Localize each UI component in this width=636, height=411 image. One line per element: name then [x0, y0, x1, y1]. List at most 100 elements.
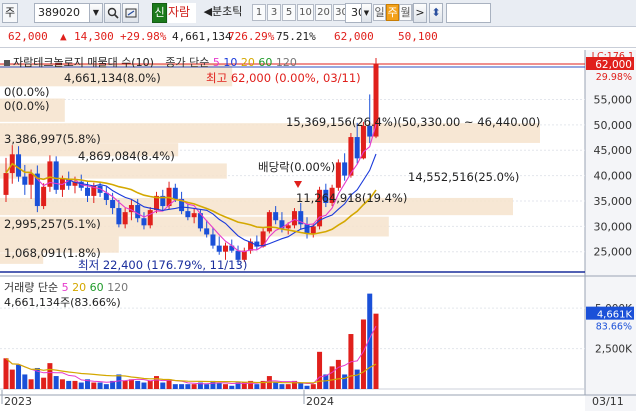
volume-bar	[53, 376, 59, 389]
volume-change: 726.29%	[228, 30, 275, 43]
vol-ma-5-label: 5	[61, 281, 69, 294]
volume-profile-label: 4,661,134(8.0%)	[64, 71, 161, 85]
volume-bar	[323, 374, 329, 389]
candle-body	[210, 234, 216, 246]
volume-bar	[160, 382, 166, 389]
volume-bar	[135, 380, 141, 389]
price-tick-label: 35,000	[594, 195, 633, 208]
volume-profile-band	[0, 163, 227, 179]
timeframe-5[interactable]: 5	[282, 4, 296, 21]
candle-body	[273, 212, 279, 221]
candle-body	[204, 228, 210, 235]
ma-60-label: 60	[254, 56, 273, 69]
stock-chart[interactable]: 55,000 50,000 45,000 40,000 35,000 30,000 25,0…	[0, 50, 636, 411]
trade-volume: 4,661,134	[172, 30, 232, 43]
code-value: 389020	[38, 6, 80, 19]
volume-bar	[154, 376, 160, 389]
period-tab-주[interactable]: 주	[386, 4, 399, 21]
company-name: 자람	[168, 3, 196, 23]
volume-profile-label: 0(0.0%)	[4, 85, 50, 99]
period-tab-일[interactable]: 일	[373, 4, 386, 21]
code-dropdown-icon[interactable]: ▼	[89, 3, 103, 23]
timeframe-10[interactable]: 10	[297, 4, 314, 21]
ask-price: 62,000	[334, 30, 374, 43]
current-volume-tag-label: 4,661K	[597, 310, 633, 321]
bid-value: 50,100	[398, 30, 438, 43]
volume-profile-label: 3,386,997(5.8%)	[4, 132, 101, 146]
candle-body	[304, 224, 310, 234]
volume-profile-band	[0, 197, 513, 216]
candle-body	[85, 187, 91, 196]
chart-settings-icon[interactable]	[122, 3, 139, 23]
ma-120-label: 120	[272, 56, 297, 69]
volume-bar	[222, 384, 228, 389]
period-tab-월[interactable]: 월	[399, 4, 412, 21]
timeframe-3[interactable]: 3	[267, 4, 281, 21]
volume-bar	[191, 384, 197, 389]
volume-bar	[41, 377, 47, 389]
candle-body	[41, 186, 47, 207]
company-short-label: 자람	[168, 5, 191, 19]
up-arrow-icon: ▲	[60, 30, 67, 43]
ma-price-legend: 5 10 20 60 120	[213, 56, 297, 69]
candle-body	[122, 212, 128, 225]
candle-body	[147, 210, 153, 226]
volume-bar	[78, 382, 84, 389]
vol-ma-60-label: 60	[86, 281, 104, 294]
volume-tick-label: 2,500K	[595, 344, 633, 356]
volume-bar	[128, 379, 134, 389]
sort-updown-icon[interactable]: ⬍	[429, 3, 443, 23]
search-icon[interactable]	[104, 3, 121, 23]
candle-body	[260, 231, 266, 247]
candle-body	[28, 173, 34, 185]
volume-bar	[273, 382, 279, 389]
analysis-mode[interactable]: ◀분초틱	[198, 3, 248, 23]
volume-bar	[172, 384, 178, 389]
extra-input[interactable]	[446, 3, 491, 23]
volume-bar	[216, 382, 222, 389]
candle-body	[216, 245, 222, 252]
volume-bar	[16, 364, 22, 389]
volume-bar	[310, 384, 316, 389]
volume-bar	[66, 380, 72, 389]
candle-body	[16, 154, 22, 177]
volume-profile-label: 최고 62,000 (0.00%, 03/11)	[206, 71, 361, 85]
candle-body	[222, 245, 228, 252]
change-percent: +29.98%	[120, 30, 167, 43]
volume-bar	[22, 374, 28, 389]
vol-ma-120-label: 120	[103, 281, 129, 294]
chart-canvas[interactable]: 55,000 50,000 45,000 40,000 35,000 30,000 25,0…	[0, 50, 636, 411]
volume-bar	[72, 380, 78, 389]
timeframe-1[interactable]: 1	[252, 4, 266, 21]
market-label: 주	[4, 6, 16, 19]
timeframe-20[interactable]: 20	[315, 4, 332, 21]
volume-bar	[59, 379, 65, 389]
quote-summary: 62,000 ▲ 14,300 +29.98% 4,661,134 726.29…	[0, 27, 636, 48]
candle-body	[266, 212, 272, 232]
volume-profile-label: 0(0.0%)	[4, 99, 50, 113]
candle-body	[172, 187, 178, 199]
x-axis-label: 2023	[4, 395, 32, 408]
interval-dropdown-icon[interactable]: ▼	[361, 3, 372, 23]
next-icon[interactable]: >	[413, 3, 427, 23]
turnover-rate: 75.21%	[276, 30, 316, 43]
volume-bar	[229, 385, 235, 389]
vol-ma-20-label: 20	[68, 281, 87, 294]
volume-legend: 거래량 단순 5 20 60 120	[4, 279, 128, 295]
price-legend-icon	[4, 60, 10, 66]
volume-bar	[3, 358, 9, 389]
price-legend: 자람테크놀로지 매물대 수(10) 종가 단순 5 10 20 60 120	[4, 54, 297, 70]
volume-profile-label: 배당락(0.00%)	[258, 160, 335, 174]
market-select[interactable]: 주	[2, 3, 18, 23]
candle-body	[53, 161, 59, 190]
change-amount: 14,300	[74, 30, 114, 43]
candle-body	[191, 213, 197, 218]
candle-body	[335, 162, 341, 188]
volume-bar	[329, 366, 335, 389]
ma-legend-title: 종가 단순	[165, 56, 210, 69]
volume-bar	[103, 384, 109, 389]
volume-bar	[304, 385, 310, 389]
volume-bar	[28, 379, 34, 389]
volume-bar	[47, 363, 53, 389]
volume-profile-label: 15,369,156(26.4%)(50,330.00 ~ 46,440.00)	[286, 115, 540, 129]
